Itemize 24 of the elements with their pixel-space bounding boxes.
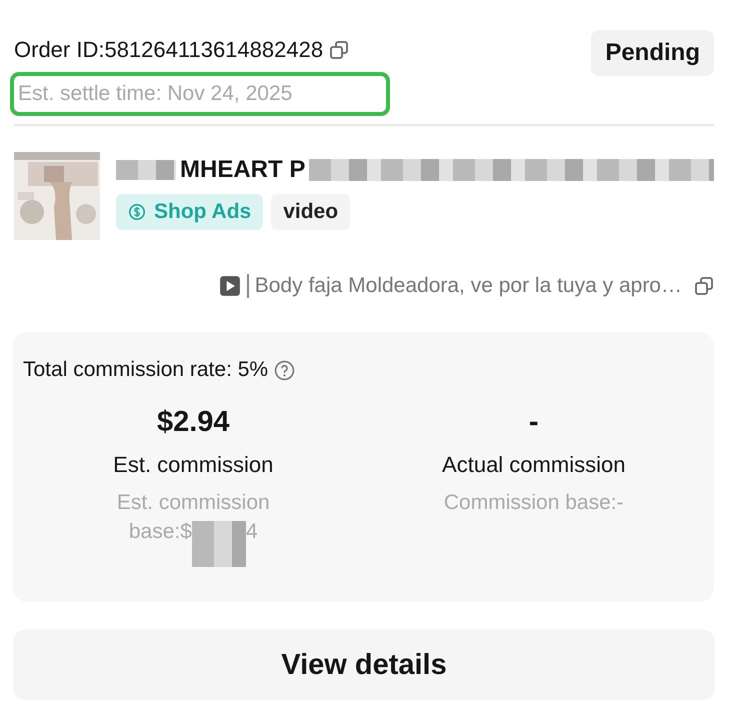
- redaction-blur: [116, 160, 176, 180]
- product-title: MHEART P: [180, 156, 306, 184]
- help-icon[interactable]: [274, 360, 296, 380]
- commission-base: Commission base:-: [444, 490, 624, 516]
- commission-label: Actual commission: [442, 452, 626, 478]
- copy-icon[interactable]: [329, 40, 350, 60]
- order-id: Order ID:581264113614882428: [14, 37, 324, 63]
- commission-rate: Total commission rate: 5%: [23, 358, 268, 382]
- redaction-blur: [192, 521, 246, 568]
- commission-label: Est. commission: [113, 452, 274, 478]
- dollar-coin-icon: [128, 203, 146, 221]
- commission-base: Est. commission: [116, 490, 270, 516]
- play-icon: [218, 275, 241, 297]
- status-badge: Pending: [591, 30, 714, 76]
- shop-ads-tag: Shop Ads: [116, 194, 264, 230]
- commission-base: base:$: [128, 519, 192, 546]
- copy-icon[interactable]: [694, 276, 714, 296]
- video-tag: video: [271, 194, 350, 230]
- commission-amount: $2.94: [156, 406, 230, 440]
- view-details-button[interactable]: View details: [13, 630, 715, 700]
- commission-base: 4: [246, 519, 258, 546]
- settle-time: Est. settle time: Nov 24, 2025: [18, 82, 292, 105]
- commission-amount: -: [528, 406, 539, 440]
- video-title[interactable]: Body faja Moldeadora, ve por la tuya y apro…: [254, 274, 682, 298]
